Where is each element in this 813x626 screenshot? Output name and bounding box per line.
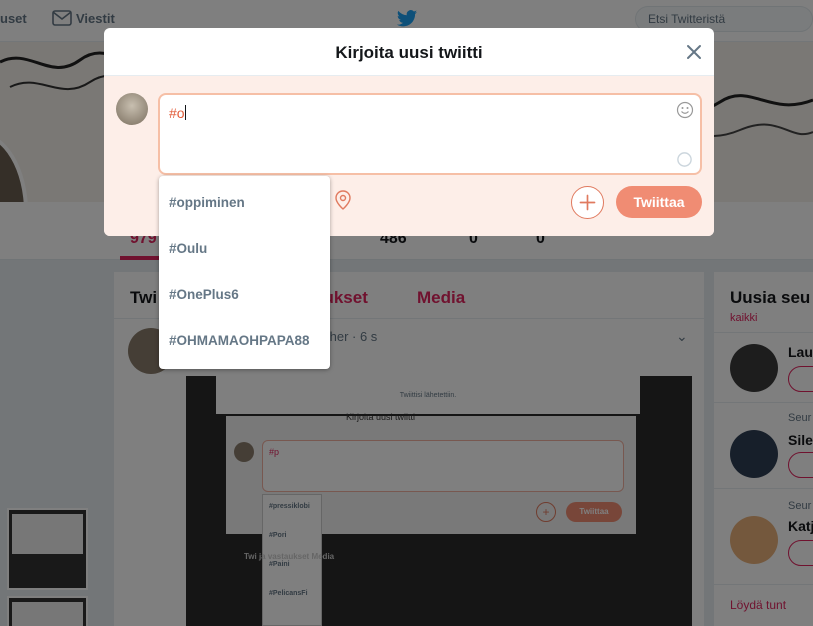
- close-icon[interactable]: [684, 42, 704, 62]
- emoji-icon[interactable]: [676, 101, 694, 119]
- hashtag-suggestion[interactable]: #OHMAMAOHPAPA88: [169, 333, 310, 348]
- hashtag-suggestion[interactable]: #OnePlus6: [169, 287, 239, 302]
- tweet-text-value: #o: [169, 105, 185, 121]
- hashtag-suggestion[interactable]: #Oulu: [169, 241, 207, 256]
- avatar: [116, 93, 148, 125]
- hashtag-suggestions-dropdown: #oppiminen #Oulu #OnePlus6 #OHMAMAOHPAPA…: [159, 176, 330, 369]
- location-pin-icon[interactable]: [334, 190, 352, 210]
- text-caret: [184, 105, 186, 120]
- tweet-button[interactable]: Twiittaa: [616, 186, 702, 218]
- add-tweet-plus-icon[interactable]: [571, 186, 604, 219]
- hashtag-suggestion[interactable]: #oppiminen: [169, 195, 245, 210]
- tweet-text-input[interactable]: #o: [158, 93, 702, 175]
- dialog-header: Kirjoita uusi twiitti: [104, 28, 714, 76]
- character-counter-icon: [677, 152, 692, 167]
- dialog-title: Kirjoita uusi twiitti: [335, 43, 483, 62]
